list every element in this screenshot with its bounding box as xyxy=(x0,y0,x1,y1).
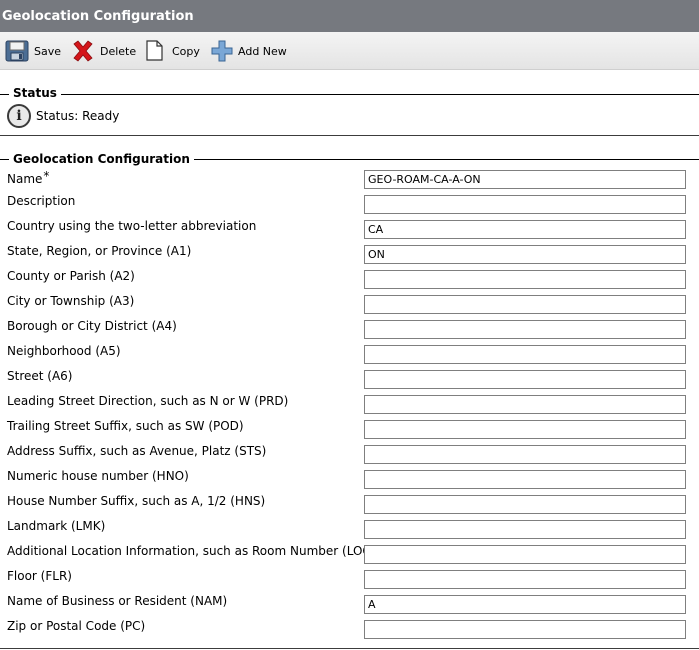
add-new-button[interactable]: Add New xyxy=(211,32,287,70)
field-label-text: Zip or Postal Code (PC) xyxy=(7,619,146,633)
field-input[interactable] xyxy=(364,470,686,489)
field-input[interactable] xyxy=(364,295,686,314)
bottom-divider xyxy=(0,648,699,649)
field-label: Trailing Street Suffix, such as SW (POD) xyxy=(7,419,244,433)
toolbar: Save Delete Copy Add New xyxy=(0,32,699,70)
field-input[interactable] xyxy=(364,445,686,464)
delete-button[interactable]: Delete xyxy=(71,32,136,70)
field-input[interactable] xyxy=(364,595,686,614)
field-input[interactable] xyxy=(364,370,686,389)
save-button[interactable]: Save xyxy=(5,32,61,70)
plus-icon xyxy=(211,40,233,62)
add-new-label: Add New xyxy=(238,44,287,58)
field-label: House Number Suffix, such as A, 1/2 (HNS… xyxy=(7,494,265,508)
field-label-text: Landmark (LMK) xyxy=(7,519,106,533)
field-label: Leading Street Direction, such as N or W… xyxy=(7,394,288,408)
field-label-text: Address Suffix, such as Avenue, Platz (S… xyxy=(7,444,267,458)
field-input[interactable] xyxy=(364,245,686,264)
field-label: Street (A6) xyxy=(7,369,72,383)
delete-label: Delete xyxy=(100,44,137,58)
field-label-text: Numeric house number (HNO) xyxy=(7,469,189,483)
copy-button[interactable]: Copy xyxy=(145,32,200,70)
field-label-text: Name of Business or Resident (NAM) xyxy=(7,594,228,608)
field-input[interactable] xyxy=(364,270,686,289)
field-input[interactable] xyxy=(364,320,686,339)
field-input[interactable] xyxy=(364,345,686,364)
status-text: Status: Ready xyxy=(36,109,120,123)
field-input[interactable] xyxy=(364,195,686,214)
field-label-text: Additional Location Information, such as… xyxy=(7,544,376,558)
field-label: City or Township (A3) xyxy=(7,294,134,308)
field-label-text: Name xyxy=(7,172,43,186)
field-label: Zip or Postal Code (PC) xyxy=(7,619,145,633)
save-label: Save xyxy=(34,44,62,58)
field-label: Name* xyxy=(7,169,49,186)
field-input[interactable] xyxy=(364,620,686,639)
field-input[interactable] xyxy=(364,545,686,564)
field-input[interactable] xyxy=(364,220,686,239)
field-label-text: Description xyxy=(7,194,76,208)
copy-label: Copy xyxy=(172,44,200,58)
field-input[interactable] xyxy=(364,570,686,589)
field-label-text: County or Parish (A2) xyxy=(7,269,135,283)
field-label: Floor (FLR) xyxy=(7,569,72,583)
status-row: i Status: Ready xyxy=(7,103,119,129)
field-label: Additional Location Information, such as… xyxy=(7,544,375,558)
field-label-text: Leading Street Direction, such as N or W… xyxy=(7,394,289,408)
field-label-text: State, Region, or Province (A1) xyxy=(7,244,192,258)
field-label: Landmark (LMK) xyxy=(7,519,105,533)
field-label: Description xyxy=(7,194,75,208)
field-label-text: Neighborhood (A5) xyxy=(7,344,121,358)
field-input[interactable] xyxy=(364,420,686,439)
page-title: Geolocation Configuration xyxy=(0,0,699,32)
field-input[interactable] xyxy=(364,170,686,189)
field-input[interactable] xyxy=(364,520,686,539)
field-label-text: Trailing Street Suffix, such as SW (POD) xyxy=(7,419,244,433)
field-label-text: City or Township (A3) xyxy=(7,294,135,308)
field-label-text: Street (A6) xyxy=(7,369,73,383)
field-label: Address Suffix, such as Avenue, Platz (S… xyxy=(7,444,266,458)
field-input[interactable] xyxy=(364,495,686,514)
field-input[interactable] xyxy=(364,395,686,414)
field-label: Country using the two-letter abbreviatio… xyxy=(7,219,256,233)
field-label: Borough or City District (A4) xyxy=(7,319,177,333)
field-label-text: Country using the two-letter abbreviatio… xyxy=(7,219,257,233)
info-icon: i xyxy=(7,104,31,128)
field-label: Neighborhood (A5) xyxy=(7,344,121,358)
field-label: Numeric house number (HNO) xyxy=(7,469,189,483)
status-section-border xyxy=(0,94,699,95)
field-label-text: Floor (FLR) xyxy=(7,569,72,583)
status-section-title: Status xyxy=(9,86,61,100)
section-divider xyxy=(0,135,699,136)
field-label: State, Region, or Province (A1) xyxy=(7,244,191,258)
red-x-icon xyxy=(71,39,95,63)
field-label: Name of Business or Resident (NAM) xyxy=(7,594,227,608)
field-label: County or Parish (A2) xyxy=(7,269,135,283)
required-marker: * xyxy=(43,169,50,183)
copy-document-icon xyxy=(145,39,167,63)
floppy-disk-icon xyxy=(5,40,29,62)
config-section-title: Geolocation Configuration xyxy=(9,152,194,166)
field-label-text: Borough or City District (A4) xyxy=(7,319,177,333)
field-label-text: House Number Suffix, such as A, 1/2 (HNS… xyxy=(7,494,266,508)
